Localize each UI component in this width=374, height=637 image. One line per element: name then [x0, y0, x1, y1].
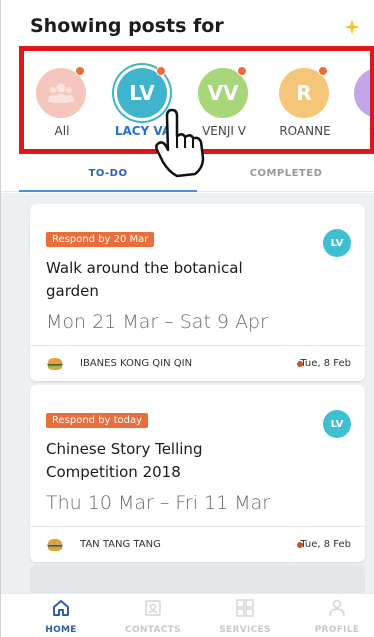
profile-icon	[329, 599, 345, 617]
nav-services[interactable]: SERVICES	[199, 594, 291, 637]
avatar: LV	[323, 229, 351, 257]
services-icon	[236, 599, 254, 617]
post-card-partial[interactable]	[30, 565, 365, 593]
post-dates: Mon 21 Mar – Sat 9 Apr	[46, 311, 268, 333]
post-list[interactable]: Respond by 20 Mar LV Walk around the bot…	[1, 193, 374, 593]
chip-roanne[interactable]: R ROANNE	[262, 46, 348, 154]
notification-dot	[75, 66, 85, 76]
chip-sta[interactable]: S STA	[337, 46, 374, 154]
notification-dot	[156, 66, 166, 76]
chip-name: All	[54, 124, 70, 138]
chip-name: ROANNE	[279, 124, 331, 138]
chip-initials: R	[296, 81, 312, 105]
post-footer: TAN TANG TANG Tue, 8 Feb	[30, 526, 365, 562]
contacts-icon	[145, 600, 161, 616]
pointing-hand-cursor	[155, 108, 205, 178]
post-title: Chinese Story Telling Competition 2018	[46, 440, 203, 481]
respond-by-badge: Respond by today	[46, 413, 149, 428]
header: Showing posts for	[1, 0, 374, 46]
post-date: Tue, 8 Feb	[300, 358, 351, 369]
chip-initials: VV	[207, 81, 239, 105]
active-tab-indicator	[19, 190, 197, 192]
nav-label: CONTACTS	[125, 625, 181, 635]
poster-name: IBANES KONG QIN QIN	[80, 358, 193, 369]
nav-label: SERVICES	[219, 625, 271, 635]
respond-by-badge: Respond by 20 Mar	[46, 232, 155, 247]
post-footer: IBANES KONG QIN QIN Tue, 8 Feb	[30, 345, 365, 381]
burger-icon	[47, 358, 63, 370]
avatar: LV	[323, 410, 351, 438]
bottom-nav: HOME CONTACTS SERVICES PROFILE	[1, 593, 374, 637]
post-dates: Thu 10 Mar – Fri 11 Mar	[46, 492, 271, 514]
notification-dot	[318, 66, 328, 76]
sparkle-icon[interactable]	[343, 18, 361, 36]
nav-label: PROFILE	[314, 625, 360, 635]
post-card[interactable]: Respond by today LV Chinese Story Tellin…	[30, 385, 365, 562]
page-title: Showing posts for	[30, 15, 224, 37]
tab-completed[interactable]: COMPLETED	[197, 158, 374, 192]
post-date: Tue, 8 Feb	[300, 539, 351, 550]
post-title: Walk around the botanical garden	[46, 259, 243, 300]
nav-contacts[interactable]: CONTACTS	[107, 594, 199, 637]
poster-name: TAN TANG TANG	[80, 539, 161, 550]
people-icon	[48, 83, 74, 103]
nav-home[interactable]: HOME	[15, 594, 107, 637]
post-card[interactable]: Respond by 20 Mar LV Walk around the bot…	[30, 204, 365, 381]
notification-dot	[237, 66, 247, 76]
nav-label: HOME	[45, 625, 77, 635]
nav-profile[interactable]: PROFILE	[291, 594, 374, 637]
burger-icon	[47, 539, 63, 551]
chip-avatar: S	[354, 68, 374, 118]
chip-initials: LV	[129, 81, 155, 105]
app-frame: Showing posts for All LV LACY VA VV VENJ…	[0, 0, 374, 637]
chip-all[interactable]: All	[19, 46, 105, 154]
chip-name: STA	[368, 124, 374, 138]
home-icon	[53, 600, 69, 616]
